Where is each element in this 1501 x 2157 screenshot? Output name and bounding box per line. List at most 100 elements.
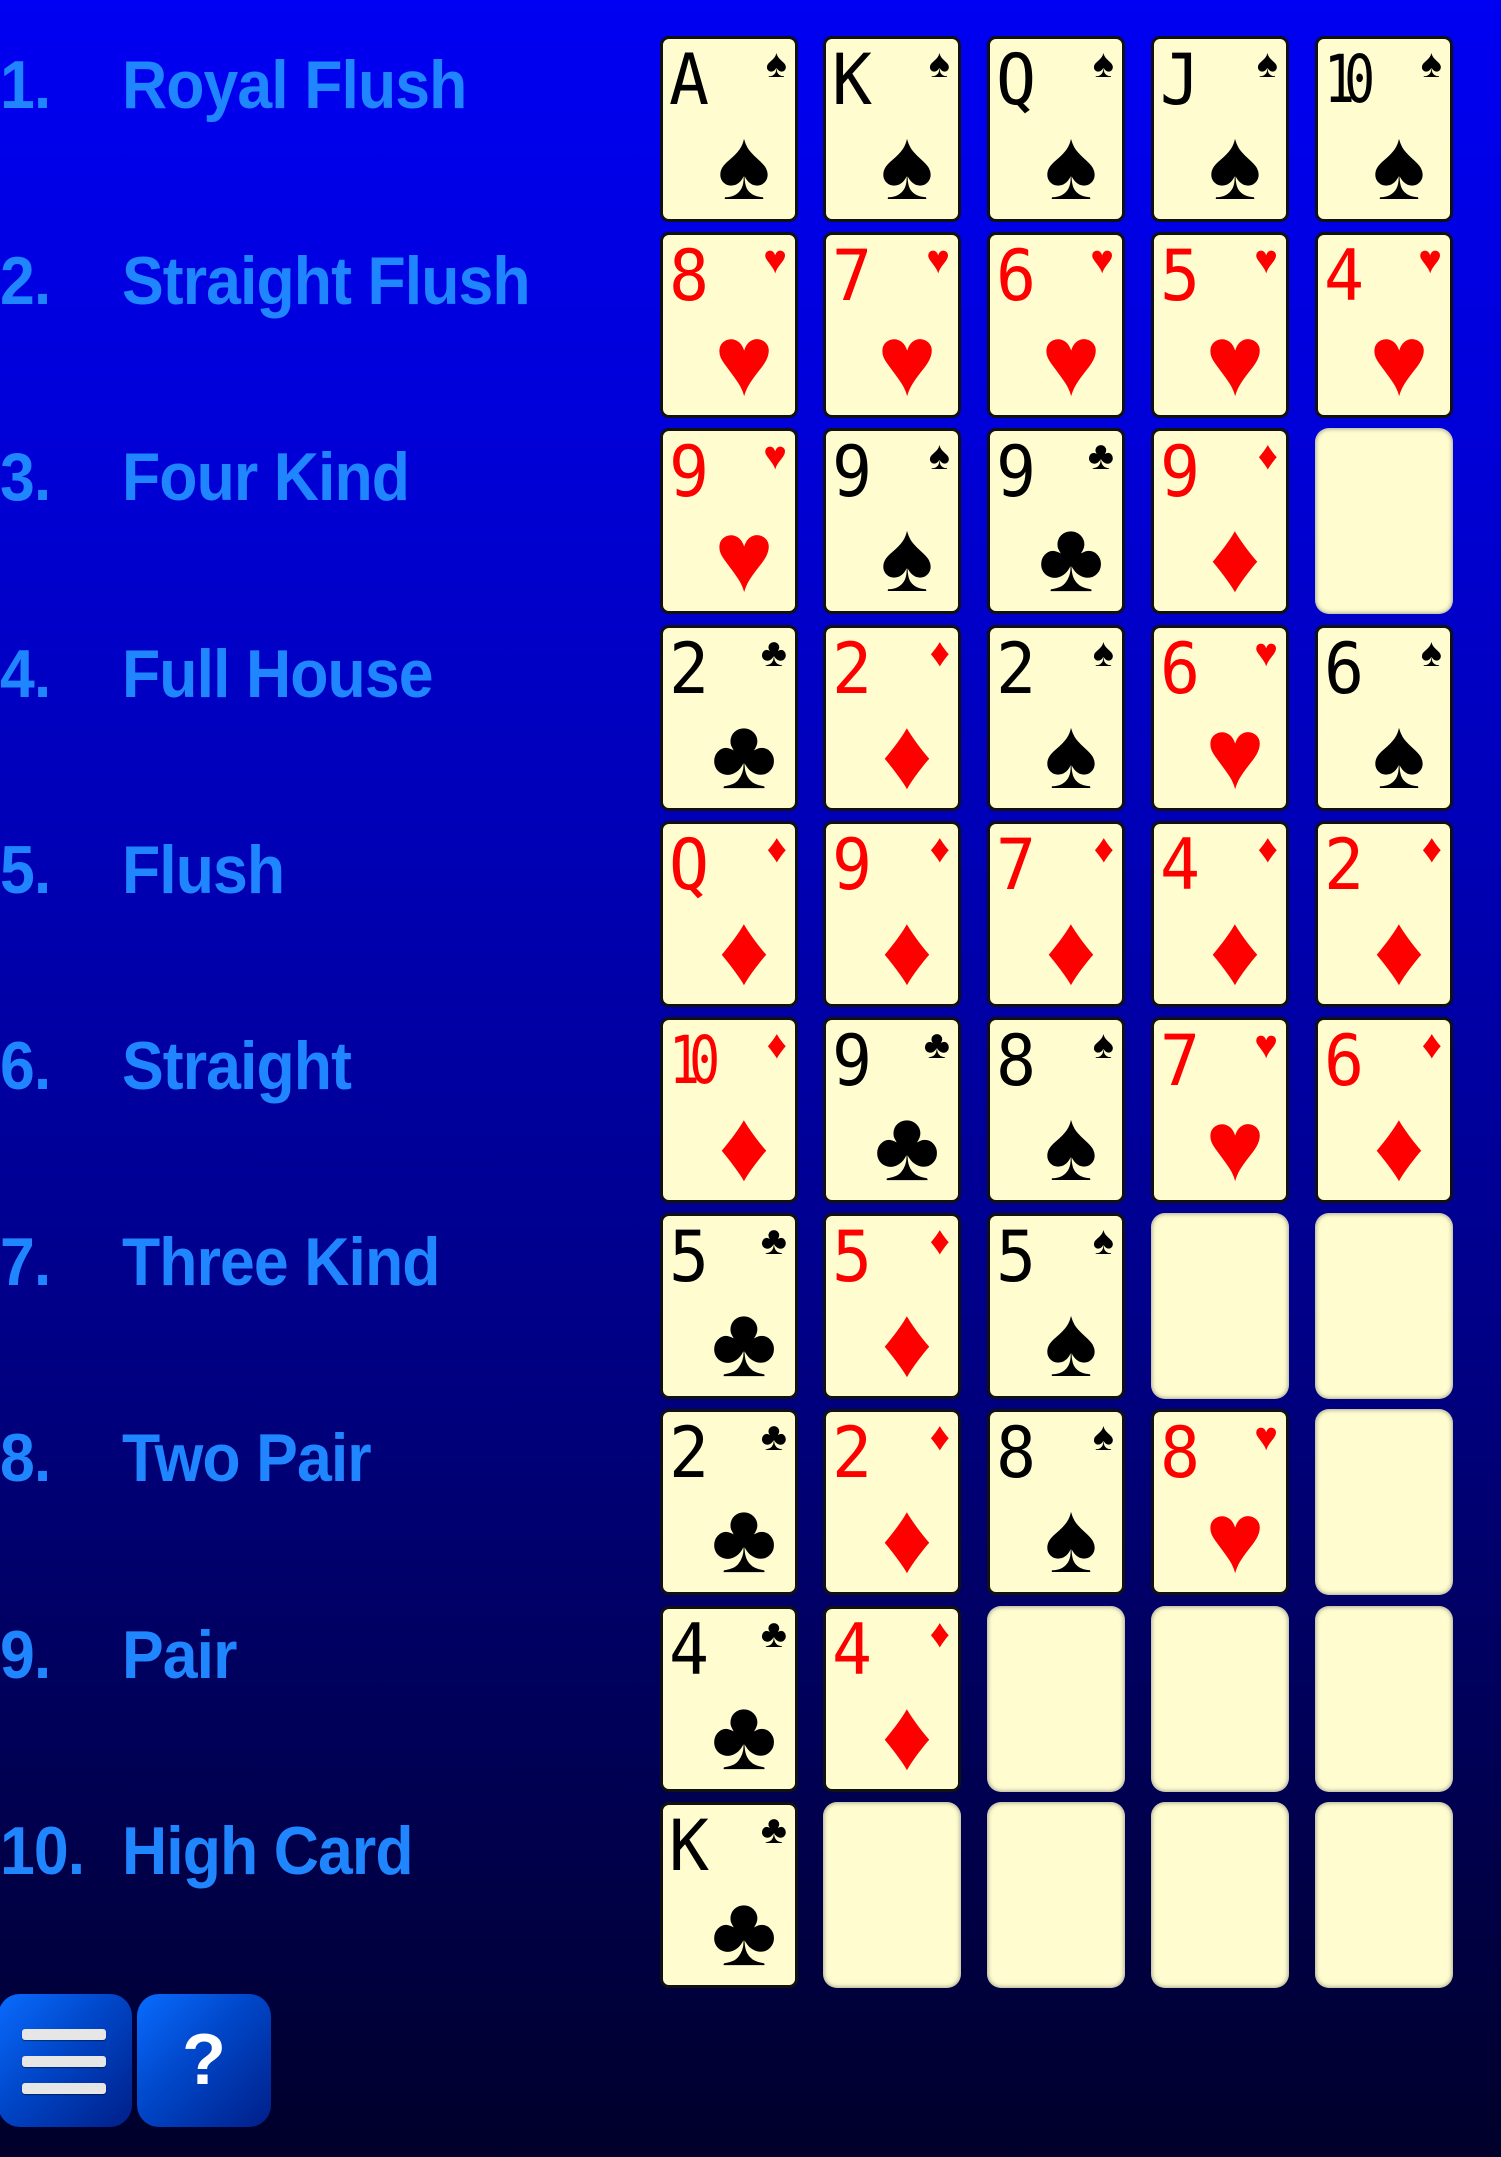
playing-card: 10 ♠ ♠ [1315,36,1453,222]
spade-icon: ♠ [1208,109,1262,221]
diamond-icon: ♦ [1045,893,1097,1006]
empty-card-slot [823,1801,961,1988]
card-rank: 6 [1324,627,1365,710]
spade-icon: ♠ [1420,630,1442,675]
playing-card: 8 ♥ ♥ [1151,1409,1289,1596]
club-icon: ♣ [760,1611,787,1656]
hand-rank-name: Full House [122,635,433,712]
diamond-icon: ♦ [929,630,950,675]
club-icon: ♣ [760,1415,787,1460]
card-rank: 9 [832,823,873,906]
heart-icon: ♥ [714,305,774,418]
spade-icon: ♠ [1044,1090,1098,1202]
heart-icon: ♥ [1205,1482,1265,1595]
hand-rank-number: 4. [0,635,51,712]
hand-rank-label: 9. Pair [0,1578,640,1774]
diamond-icon: ♦ [1421,826,1442,871]
card-rank: 6 [996,235,1037,318]
playing-card: 6 ♥ ♥ [1151,624,1289,811]
spade-icon: ♠ [1372,109,1426,221]
card-rank: 5 [996,1216,1037,1299]
heart-icon: ♥ [1254,630,1278,675]
hand-rank-number: 10. [0,1812,85,1889]
card-rank: 7 [996,823,1037,906]
card-rank: A [669,39,710,121]
card-rank: 7 [832,235,873,318]
spade-icon: ♠ [880,109,934,221]
diamond-icon: ♦ [766,826,787,871]
spade-icon: ♠ [1044,697,1098,810]
hand-rank-number: 5. [0,831,51,908]
empty-card-slot [1315,1409,1453,1596]
card-rank: 2 [832,1412,873,1495]
card-rank: 5 [669,1216,710,1299]
diamond-icon: ♦ [881,1286,933,1399]
club-icon: ♣ [923,1023,950,1067]
playing-card: 9 ♣ ♣ [823,1017,961,1203]
playing-card: 8 ♠ ♠ [987,1017,1125,1203]
playing-card: 4 ♥ ♥ [1315,232,1453,419]
diamond-icon: ♦ [1421,1023,1442,1067]
club-icon: ♣ [760,1219,787,1264]
playing-card: 6 ♦ ♦ [1315,1017,1453,1203]
playing-card: 8 ♠ ♠ [987,1409,1125,1596]
empty-card-slot [1151,1801,1289,1988]
card-rank: Q [669,823,710,906]
diamond-icon: ♦ [1209,893,1261,1006]
hand-rank-number: 6. [0,1028,51,1104]
card-rank: 8 [1160,1412,1201,1495]
hand-rank-name: Royal Flush [122,47,467,123]
card-rank: 8 [996,1412,1037,1495]
playing-card: 7 ♥ ♥ [823,232,961,419]
hand-rank-label: 4. Full House [0,597,640,793]
club-icon: ♣ [711,1678,777,1791]
heart-icon: ♥ [1254,238,1278,283]
help-button[interactable]: ? [137,1994,271,2127]
playing-card: 6 ♥ ♥ [987,232,1125,419]
card-rank: 9 [996,431,1037,514]
diamond-icon: ♦ [881,893,933,1006]
hand-rank-name: Pair [122,1616,237,1693]
hand-rank-number: 7. [0,1224,51,1301]
playing-card: Q ♠ ♠ [987,36,1125,222]
diamond-icon: ♦ [929,1611,950,1656]
playing-card: 2 ♦ ♦ [1315,820,1453,1007]
playing-card: 8 ♥ ♥ [660,232,798,419]
playing-card: 4 ♣ ♣ [660,1605,798,1792]
hand-rank-number: 9. [0,1616,51,1693]
hand-rank-name: Three Kind [122,1224,440,1301]
playing-card: 9 ♥ ♥ [660,428,798,615]
spade-icon: ♠ [880,501,934,614]
diamond-icon: ♦ [929,1415,950,1460]
card-rank: 8 [669,235,710,318]
card-rank: 7 [1160,1020,1201,1102]
card-rank: 5 [832,1216,873,1299]
card-rank: 4 [1324,235,1365,318]
card-rank: 6 [1324,1020,1365,1102]
spade-icon: ♠ [928,434,950,479]
diamond-icon: ♦ [1209,501,1261,614]
card-rank: 9 [832,1020,873,1102]
club-icon: ♣ [711,1286,777,1399]
club-icon: ♣ [760,1807,787,1852]
empty-card-slot [1151,1605,1289,1792]
empty-card-slot [1151,1213,1289,1400]
hand-rank-label: 5. Flush [0,793,640,989]
spade-icon: ♠ [1092,1023,1114,1067]
club-icon: ♣ [1087,434,1114,479]
menu-button[interactable] [0,1994,132,2127]
hand-rank-label: 3. Four Kind [0,400,640,596]
spade-icon: ♠ [1044,109,1098,221]
card-rank: 2 [832,627,873,710]
empty-card-slot [1315,428,1453,615]
empty-card-slot [987,1801,1125,1988]
playing-card: Q ♦ ♦ [660,820,798,1007]
card-rank: 2 [669,627,710,710]
empty-card-slot [1315,1213,1453,1400]
playing-card: K ♣ ♣ [660,1801,798,1988]
hand-rank-label: 1. Royal Flush [0,8,640,204]
spade-icon: ♠ [1044,1482,1098,1595]
diamond-icon: ♦ [881,1482,933,1595]
empty-card-slot [1315,1605,1453,1792]
card-rank: J [1160,39,1201,121]
